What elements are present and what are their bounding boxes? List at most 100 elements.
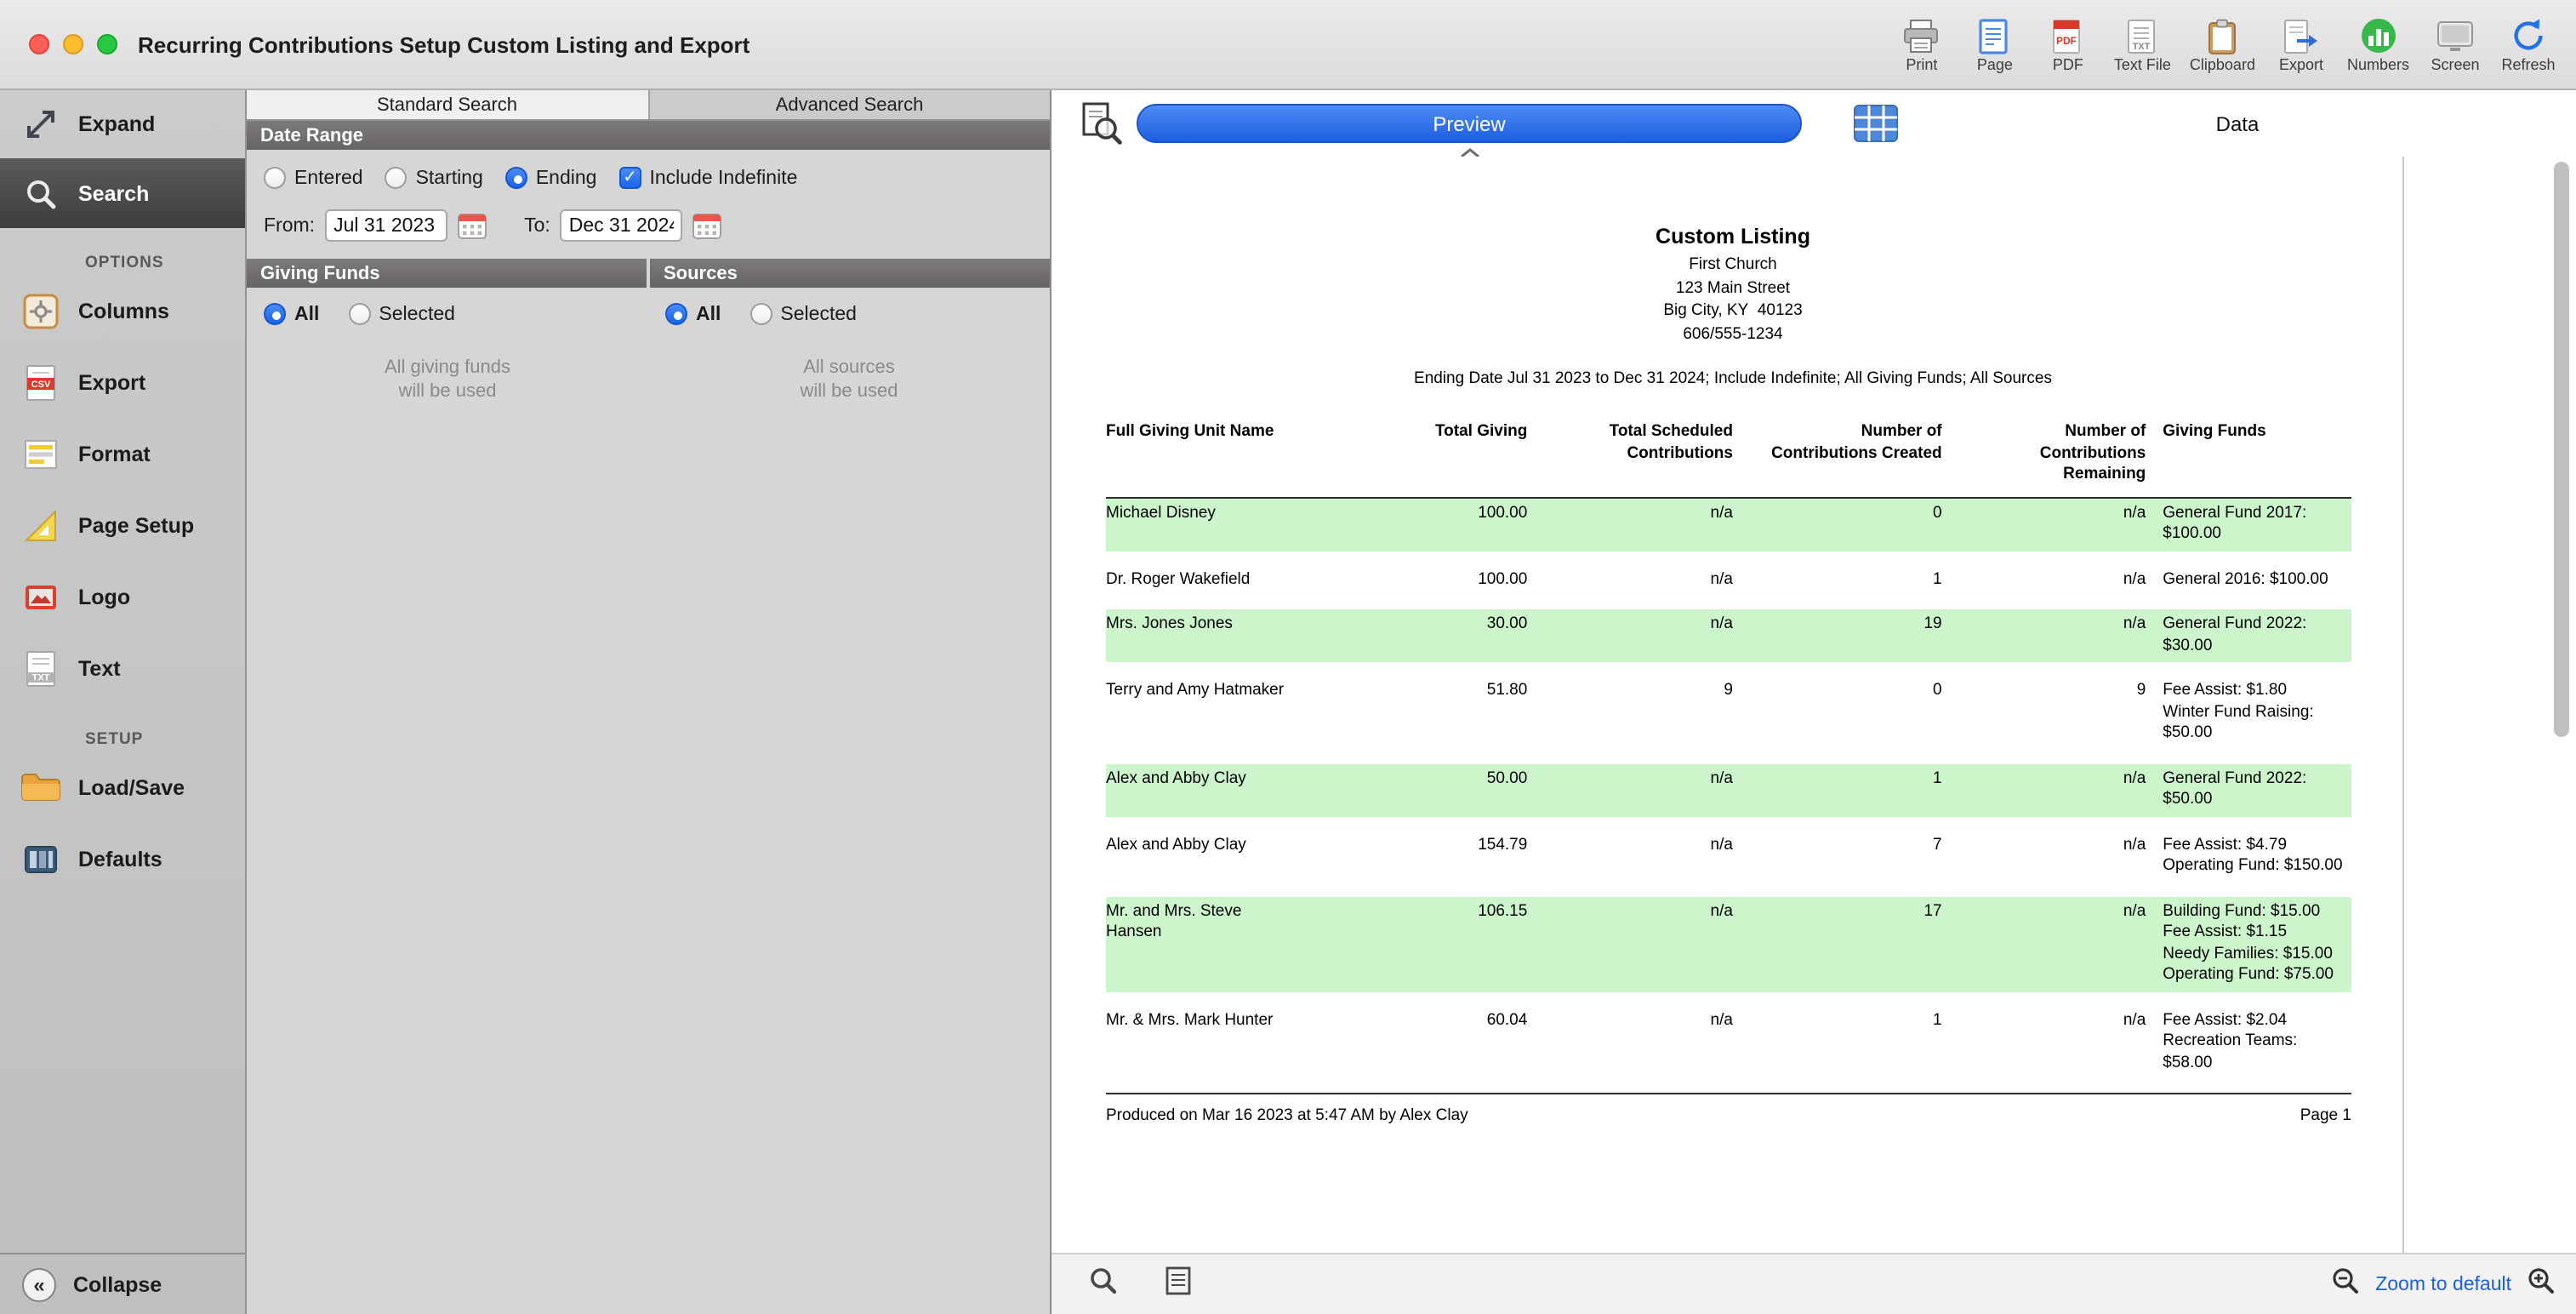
report-table-header: Full Giving Unit Name Total Giving Total… bbox=[1106, 422, 2351, 498]
sources-all-radio[interactable]: All bbox=[665, 303, 721, 325]
from-calendar-button[interactable] bbox=[458, 211, 487, 240]
sidebar-item-text[interactable]: TXT Text bbox=[0, 633, 245, 705]
sidebar-item-load-save[interactable]: Load/Save bbox=[0, 752, 245, 824]
starting-radio[interactable]: Starting bbox=[385, 167, 483, 189]
sources-column: All Selected All sources will be used bbox=[648, 288, 1050, 1314]
to-label: To: bbox=[524, 215, 550, 236]
to-date-input[interactable] bbox=[561, 209, 683, 242]
entered-radio[interactable]: Entered bbox=[264, 167, 363, 189]
sidebar-item-export[interactable]: CSV Export bbox=[0, 347, 245, 419]
report-bottom-rule bbox=[1106, 1093, 2351, 1094]
sidebar-item-defaults[interactable]: Defaults bbox=[0, 824, 245, 895]
cell-total-scheduled: n/a bbox=[1527, 503, 1733, 524]
cell-contributions-remaining: 9 bbox=[1942, 681, 2146, 702]
report-organization-block: First Church 123 Main Street Big City, K… bbox=[1063, 254, 2402, 346]
cell-contributions-created: 19 bbox=[1733, 614, 1942, 636]
cell-total-scheduled: n/a bbox=[1527, 901, 1733, 923]
cell-giving-funds: General Fund 2022: $50.00 bbox=[2163, 768, 2351, 811]
cell-total-giving: 60.04 bbox=[1302, 1010, 1528, 1031]
entered-radio-label: Entered bbox=[294, 168, 363, 188]
zoom-window-button[interactable] bbox=[97, 34, 117, 54]
print-button[interactable]: Print bbox=[1895, 15, 1949, 73]
sidebar-item-columns[interactable]: Columns bbox=[0, 276, 245, 347]
vertical-scrollbar-thumb[interactable] bbox=[2554, 162, 2569, 737]
svg-text:CSV: CSV bbox=[31, 380, 51, 390]
sidebar-item-logo[interactable]: Logo bbox=[0, 562, 245, 633]
from-date-input[interactable] bbox=[325, 209, 447, 242]
sidebar: Expand Search OPTIONS Columns CSV Expor bbox=[0, 90, 247, 1314]
data-grid-icon[interactable] bbox=[1853, 104, 1899, 143]
export-label: Export bbox=[78, 371, 145, 395]
cell-contributions-created: 17 bbox=[1733, 901, 1942, 923]
sidebar-item-collapse[interactable]: « Collapse bbox=[0, 1253, 245, 1314]
sidebar-item-expand[interactable]: Expand bbox=[0, 90, 245, 158]
ending-radio[interactable]: Ending bbox=[505, 167, 597, 189]
export-button[interactable]: Export bbox=[2274, 15, 2328, 73]
defaults-label: Defaults bbox=[78, 848, 162, 871]
screen-button[interactable]: Screen bbox=[2428, 15, 2482, 73]
clipboard-icon bbox=[2207, 15, 2237, 54]
cell-giving-unit-name: Mrs. Jones Jones bbox=[1106, 614, 1302, 636]
sidebar-item-page-setup[interactable]: Page Setup bbox=[0, 490, 245, 562]
giving-funds-selected-label: Selected bbox=[379, 304, 455, 324]
numbers-label: Numbers bbox=[2347, 56, 2409, 73]
page-button[interactable]: Page bbox=[1968, 15, 2022, 73]
cell-total-scheduled: 9 bbox=[1527, 681, 1733, 702]
cell-total-scheduled: n/a bbox=[1527, 614, 1733, 636]
pdf-button[interactable]: PDF PDF bbox=[2041, 15, 2095, 73]
giving-funds-selected-radio[interactable]: Selected bbox=[348, 303, 455, 325]
search-in-preview-icon[interactable] bbox=[1089, 1265, 1118, 1303]
to-calendar-button[interactable] bbox=[693, 211, 722, 240]
sidebar-item-search[interactable]: Search bbox=[0, 158, 245, 228]
main-area: Preview Data Custom Listing First Church… bbox=[1051, 90, 2576, 1314]
cell-giving-funds: General Fund 2022: $30.00 bbox=[2163, 614, 2351, 657]
cell-giving-funds: General Fund 2017: $100.00 bbox=[2163, 503, 2351, 546]
report-preview-area[interactable]: Custom Listing First Church 123 Main Str… bbox=[1051, 157, 2576, 1253]
report-pages-list-icon[interactable] bbox=[1165, 1265, 1193, 1303]
include-indefinite-check-icon bbox=[618, 167, 641, 189]
zoom-to-default-link[interactable]: Zoom to default bbox=[2375, 1274, 2511, 1294]
text-file-button[interactable]: TXT Text File bbox=[2114, 15, 2171, 73]
clipboard-button[interactable]: Clipboard bbox=[2190, 15, 2255, 73]
giving-funds-all-label: All bbox=[294, 304, 319, 324]
page-icon bbox=[1980, 15, 2010, 54]
sidebar-item-format[interactable]: Format bbox=[0, 419, 245, 490]
sources-note: All sources will be used bbox=[648, 356, 1050, 403]
screen-icon bbox=[2436, 15, 2474, 54]
close-window-button[interactable] bbox=[29, 34, 49, 54]
tab-standard-search[interactable]: Standard Search bbox=[247, 90, 649, 119]
giving-funds-all-radio[interactable]: All bbox=[264, 303, 319, 325]
sources-selected-radio[interactable]: Selected bbox=[749, 303, 857, 325]
data-tab-button[interactable]: Data bbox=[1899, 111, 2576, 135]
column-header-contributions-created: Number of Contributions Created bbox=[1733, 422, 1942, 465]
format-icon bbox=[19, 432, 63, 477]
calendar-icon bbox=[693, 211, 722, 240]
column-header-giving-funds: Giving Funds bbox=[2163, 422, 2351, 443]
zoom-out-icon[interactable] bbox=[2331, 1265, 2360, 1303]
starting-radio-icon bbox=[385, 167, 407, 189]
preview-tab-button[interactable]: Preview bbox=[1137, 104, 1802, 143]
collapse-chevrons-icon: « bbox=[22, 1267, 56, 1301]
txt-file-icon: TXT bbox=[19, 647, 63, 691]
refresh-button[interactable]: Refresh bbox=[2501, 15, 2556, 73]
page-setup-label: Page Setup bbox=[78, 514, 194, 538]
cell-contributions-remaining: n/a bbox=[1942, 768, 2146, 790]
window-controls bbox=[29, 34, 117, 54]
zoom-in-icon[interactable] bbox=[2527, 1265, 2556, 1303]
tab-advanced-search[interactable]: Advanced Search bbox=[649, 90, 1050, 119]
ending-radio-label: Ending bbox=[536, 168, 597, 188]
cell-giving-unit-name: Mr. and Mrs. Steve Hansen bbox=[1106, 901, 1302, 944]
pdf-label: PDF bbox=[2053, 56, 2083, 73]
report-table: Full Giving Unit Name Total Giving Total… bbox=[1106, 422, 2351, 1094]
date-range-options-row: Entered Starting Ending Include Indefini… bbox=[247, 150, 1050, 199]
cell-giving-unit-name: Alex and Abby Clay bbox=[1106, 835, 1302, 856]
cell-contributions-remaining: n/a bbox=[1942, 614, 2146, 636]
numbers-button[interactable]: Numbers bbox=[2347, 15, 2409, 73]
include-indefinite-checkbox[interactable]: Include Indefinite bbox=[618, 167, 797, 189]
view-switcher-bar: Preview Data bbox=[1051, 90, 2576, 157]
minimize-window-button[interactable] bbox=[63, 34, 83, 54]
include-indefinite-label: Include Indefinite bbox=[649, 168, 797, 188]
sources-selected-label: Selected bbox=[780, 304, 857, 324]
cell-giving-funds: Fee Assist: $1.80 Winter Fund Raising: $… bbox=[2163, 681, 2351, 745]
cell-contributions-remaining: n/a bbox=[1942, 503, 2146, 524]
